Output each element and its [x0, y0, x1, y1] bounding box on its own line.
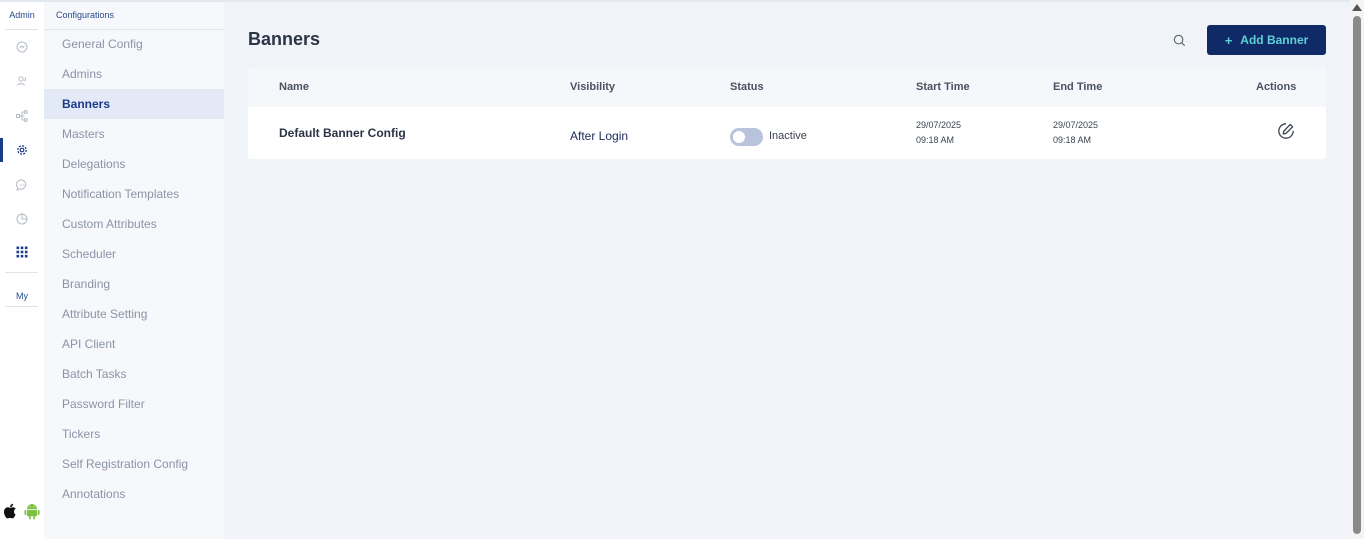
header-start-time[interactable]: Start Time	[916, 81, 970, 93]
sidebar-item-banners[interactable]: Banners	[44, 89, 224, 119]
plus-icon: +	[1224, 32, 1233, 48]
end-time: 09:18 AM	[1053, 135, 1092, 145]
sidebar-item-general-config[interactable]: General Config	[44, 29, 224, 59]
sidebar-item-custom-attributes[interactable]: Custom Attributes	[44, 209, 224, 239]
sidebar-item-tickers[interactable]: Tickers	[44, 419, 224, 449]
rail-divider	[5, 29, 38, 30]
rail-active-indicator	[0, 138, 3, 162]
banners-table: Name Visibility Status Start Time End Ti…	[248, 67, 1326, 159]
sidebar-item-branding[interactable]: Branding	[44, 269, 224, 299]
toggle-knob	[733, 131, 745, 143]
sidebar-item-admins[interactable]: Admins	[44, 59, 224, 89]
rail-divider	[5, 272, 38, 273]
rail-divider	[5, 306, 38, 307]
banner-name[interactable]: Default Banner Config	[279, 126, 406, 140]
add-banner-label: Add Banner	[1240, 33, 1309, 47]
end-time-cell: 29/07/2025 09:18 AM	[1053, 118, 1098, 148]
page-scrollbar[interactable]	[1350, 0, 1364, 539]
chat-icon[interactable]	[12, 175, 32, 195]
sidebar-item-delegations[interactable]: Delegations	[44, 149, 224, 179]
scroll-thumb[interactable]	[1353, 16, 1361, 534]
header-end-time[interactable]: End Time	[1053, 81, 1102, 93]
settings-icon[interactable]	[12, 140, 32, 160]
start-date: 29/07/2025	[916, 120, 962, 130]
sidebar-item-api-client[interactable]: API Client	[44, 329, 224, 359]
dashboard-icon[interactable]	[12, 37, 32, 57]
status-text: Inactive	[769, 130, 807, 142]
end-date: 29/07/2025	[1053, 120, 1099, 130]
search-button[interactable]	[1170, 31, 1188, 49]
android-icon[interactable]	[24, 502, 40, 520]
sidebar-title: Configurations	[56, 10, 115, 20]
rail-admin-label[interactable]: Admin	[0, 10, 44, 20]
sidebar-item-notification-templates[interactable]: Notification Templates	[44, 179, 224, 209]
start-time: 09:18 AM	[916, 135, 955, 145]
add-banner-button[interactable]: + Add Banner	[1207, 25, 1326, 55]
search-icon	[1173, 34, 1185, 46]
edit-icon	[1278, 123, 1294, 139]
status-toggle[interactable]	[730, 128, 763, 146]
sidebar-item-scheduler[interactable]: Scheduler	[44, 239, 224, 269]
edit-button[interactable]	[1277, 122, 1295, 140]
sidebar-item-attribute-setting[interactable]: Attribute Setting	[44, 299, 224, 329]
report-icon[interactable]	[12, 209, 32, 229]
header-actions: Actions	[1256, 81, 1297, 93]
start-time-cell: 29/07/2025 09:18 AM	[916, 118, 961, 148]
sidebar-item-masters[interactable]: Masters	[44, 119, 224, 149]
page-title: Banners	[248, 29, 321, 49]
table-header: Name Visibility Status Start Time End Ti…	[248, 67, 1326, 107]
users-icon[interactable]	[12, 71, 32, 91]
icon-rail: Admin My	[0, 2, 44, 539]
sidebar-item-annotations[interactable]: Annotations	[44, 479, 224, 509]
apple-icon[interactable]	[3, 502, 19, 520]
banner-visibility: After Login	[570, 129, 629, 143]
hierarchy-icon[interactable]	[12, 106, 32, 126]
header-status[interactable]: Status	[730, 81, 764, 93]
apps-grid-icon[interactable]	[12, 242, 32, 262]
sidebar-item-password-filter[interactable]: Password Filter	[44, 389, 224, 419]
rail-my-label[interactable]: My	[0, 291, 44, 301]
scroll-up-arrow-icon[interactable]	[1352, 4, 1362, 11]
config-sidebar: Configurations General Config Admins Banne…	[44, 2, 224, 539]
sidebar-item-batch-tasks[interactable]: Batch Tasks	[44, 359, 224, 389]
header-name[interactable]: Name	[279, 81, 309, 93]
sidebar-item-self-registration-config[interactable]: Self Registration Config	[44, 449, 224, 479]
header-visibility[interactable]: Visibility	[570, 81, 615, 93]
